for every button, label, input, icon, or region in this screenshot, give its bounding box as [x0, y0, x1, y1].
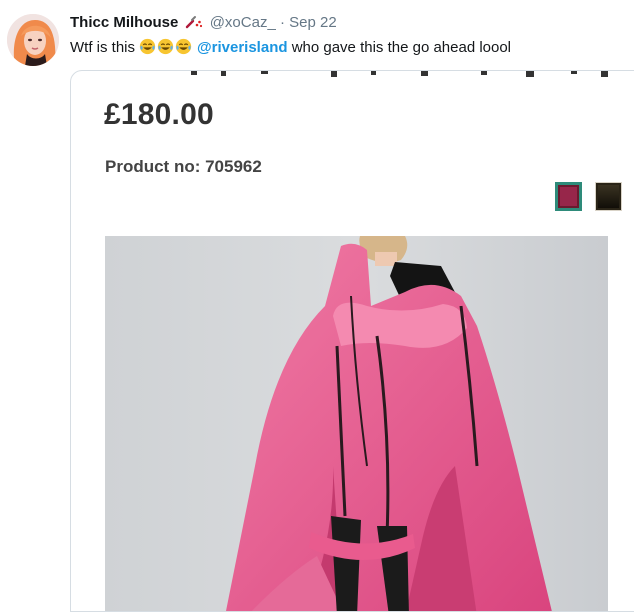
emoji-group [139, 38, 193, 60]
attached-image[interactable]: £180.00 Product no: 705962 [70, 70, 634, 612]
display-name[interactable]: Thicc Milhouse [70, 14, 178, 31]
mention-link[interactable]: @riverisland [197, 39, 288, 56]
product-price: £180.00 [104, 98, 214, 131]
tweet-text-end: who gave this the go ahead loool [291, 39, 512, 56]
face-with-tears-of-joy-icon [157, 38, 174, 55]
product-photo[interactable] [105, 236, 608, 611]
separator: · [279, 14, 285, 31]
nail-polish-icon [185, 15, 203, 29]
tweet-header: Thicc Milhouse @xoCaz_ · Sep 22 [70, 14, 624, 32]
user-handle[interactable]: @xoCaz_ [210, 14, 276, 31]
swatch-black[interactable] [595, 182, 622, 211]
face-with-tears-of-joy-icon [175, 38, 192, 55]
tweet-text: Wtf is this @riverisland who gave this th… [70, 38, 624, 60]
face-with-tears-of-joy-icon [139, 38, 156, 55]
product-number: Product no: 705962 [105, 157, 262, 176]
tweet-date[interactable]: Sep 22 [289, 14, 337, 31]
swatch-pink[interactable] [555, 182, 582, 211]
tweet-text-start: Wtf is this [70, 39, 136, 56]
cropped-heading [181, 71, 621, 77]
avatar[interactable] [7, 14, 59, 66]
